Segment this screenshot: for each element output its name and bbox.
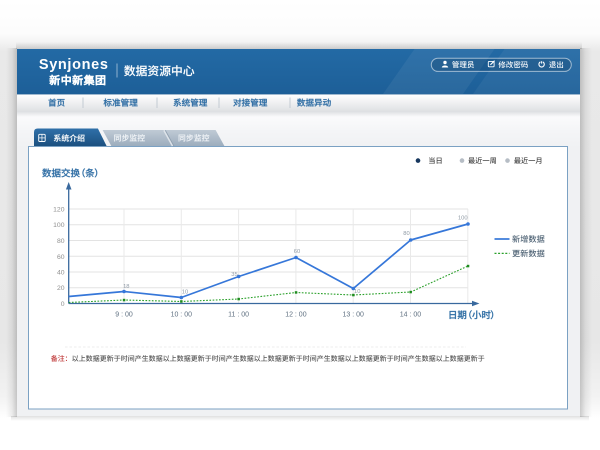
svg-text:11 : 00: 11 : 00 — [228, 312, 249, 319]
svg-text:80: 80 — [403, 231, 409, 237]
svg-text:Synjones: Synjones — [39, 57, 109, 73]
svg-text:100: 100 — [458, 215, 468, 221]
svg-text:13 : 00: 13 : 00 — [342, 312, 364, 319]
svg-text:120: 120 — [53, 207, 65, 214]
svg-text:60: 60 — [57, 254, 65, 261]
svg-text:60: 60 — [294, 249, 300, 255]
svg-text:12 : 00: 12 : 00 — [285, 312, 307, 319]
svg-text:18: 18 — [123, 284, 129, 290]
svg-text:35: 35 — [231, 272, 237, 278]
svg-text:14 : 00: 14 : 00 — [400, 312, 422, 319]
svg-text:0: 0 — [61, 301, 65, 308]
svg-text:10: 10 — [182, 290, 188, 296]
svg-text:10: 10 — [354, 289, 360, 295]
svg-text:40: 40 — [57, 270, 65, 277]
svg-text:80: 80 — [57, 238, 65, 245]
svg-text:100: 100 — [53, 222, 65, 229]
svg-text:20: 20 — [57, 285, 65, 292]
svg-text:10 : 00: 10 : 00 — [171, 312, 193, 319]
svg-text:9 : 00: 9 : 00 — [115, 312, 133, 319]
